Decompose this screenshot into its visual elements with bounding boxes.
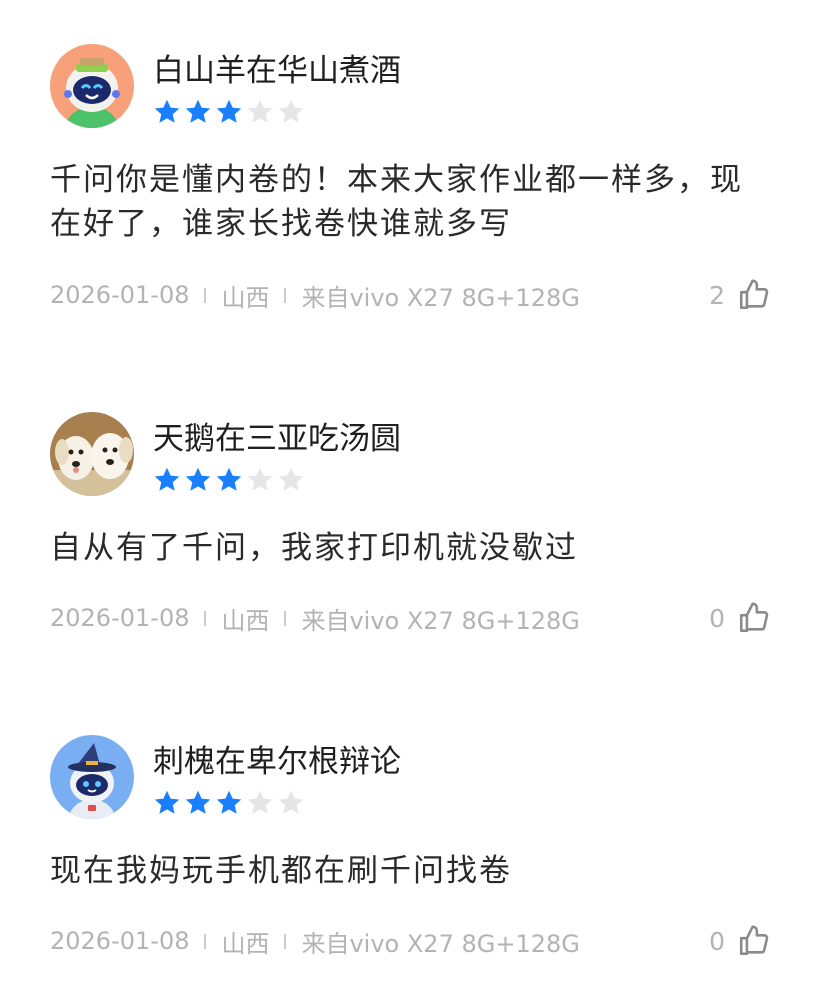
review-content: 千问你是懂内卷的！本来大家作业都一样多，现在好了，谁家长找卷快谁就多写	[50, 162, 743, 242]
review-meta: 2026-01-08 山西 来自vivo X27 8G+128G	[50, 924, 580, 958]
star-empty-icon	[276, 97, 306, 127]
star-empty-icon	[245, 465, 275, 495]
star-rating	[152, 465, 306, 495]
two-puppies-photo-avatar[interactable]	[50, 412, 134, 496]
star-filled-icon	[183, 788, 213, 818]
meta-divider	[284, 610, 287, 626]
username[interactable]: 白山羊在华山煮酒	[153, 53, 401, 89]
review-date: 2026-01-08	[50, 281, 190, 309]
star-empty-icon	[276, 788, 306, 818]
like-count: 2	[709, 280, 725, 310]
like-button[interactable]: 0	[709, 921, 771, 961]
thumbs-up-icon[interactable]	[737, 601, 771, 635]
username[interactable]: 天鹅在三亚吃汤圆	[153, 421, 401, 457]
review-location: 山西	[221, 929, 270, 958]
robot-mascot-wizard-hat-avatar[interactable]	[50, 735, 134, 819]
review-content: 现在我妈玩手机都在刷千问找卷	[50, 853, 512, 889]
star-filled-icon	[152, 465, 182, 495]
star-empty-icon	[245, 97, 275, 127]
star-filled-icon	[214, 97, 244, 127]
star-filled-icon	[214, 788, 244, 818]
like-count: 0	[709, 603, 725, 633]
star-filled-icon	[183, 465, 213, 495]
review-device: 来自vivo X27 8G+128G	[301, 606, 580, 635]
review-content: 自从有了千问，我家打印机就没歇过	[50, 530, 578, 566]
review-meta: 2026-01-08 山西 来自vivo X27 8G+128G	[50, 278, 580, 312]
review-location: 山西	[221, 283, 270, 312]
star-filled-icon	[214, 465, 244, 495]
star-filled-icon	[152, 97, 182, 127]
review-meta: 2026-01-08 山西 来自vivo X27 8G+128G	[50, 601, 580, 635]
meta-divider	[204, 610, 207, 626]
review-date: 2026-01-08	[50, 604, 190, 632]
robot-mascot-green-hat-avatar[interactable]	[50, 44, 134, 128]
star-empty-icon	[276, 465, 306, 495]
like-button[interactable]: 0	[709, 598, 771, 638]
thumbs-up-icon[interactable]	[737, 924, 771, 958]
meta-divider	[204, 287, 207, 303]
star-filled-icon	[183, 97, 213, 127]
meta-divider	[204, 933, 207, 949]
star-filled-icon	[152, 788, 182, 818]
star-empty-icon	[245, 788, 275, 818]
review-device: 来自vivo X27 8G+128G	[301, 283, 580, 312]
star-rating	[152, 97, 306, 127]
review-date: 2026-01-08	[50, 927, 190, 955]
meta-divider	[284, 287, 287, 303]
like-count: 0	[709, 926, 725, 956]
username[interactable]: 刺槐在卑尔根辩论	[153, 744, 401, 780]
review-device: 来自vivo X27 8G+128G	[301, 929, 580, 958]
meta-divider	[284, 933, 287, 949]
star-rating	[152, 788, 306, 818]
thumbs-up-icon[interactable]	[737, 278, 771, 312]
review-location: 山西	[221, 606, 270, 635]
like-button[interactable]: 2	[709, 275, 771, 315]
